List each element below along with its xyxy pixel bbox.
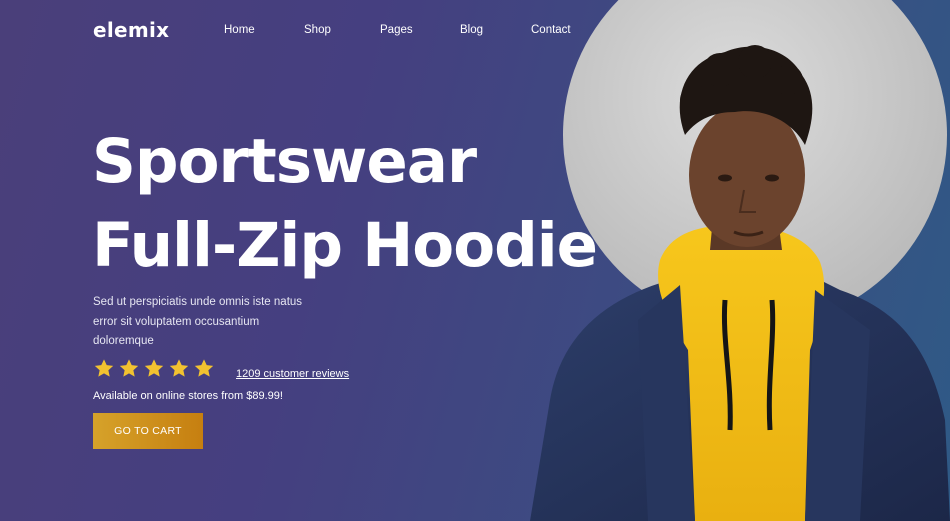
nav-pages[interactable]: Pages: [380, 24, 413, 36]
star-icon: [193, 358, 215, 379]
hero-section: elemix Home Shop Pages Blog Contact 0 Sp…: [0, 0, 950, 521]
nav-home[interactable]: Home: [224, 24, 255, 36]
nav-shop[interactable]: Shop: [304, 24, 331, 36]
star-icon: [143, 358, 165, 379]
star-icon: [118, 358, 140, 379]
star-icon: [93, 358, 115, 379]
logo[interactable]: elemix: [93, 18, 169, 42]
nav-blog[interactable]: Blog: [460, 24, 483, 36]
star-icon: [168, 358, 190, 379]
hero-title-line1: Sportswear: [92, 126, 477, 197]
reviews-link[interactable]: 1209 customer reviews: [236, 368, 349, 380]
go-to-cart-button[interactable]: GO TO CART: [93, 413, 203, 449]
availability-text: Available on online stores from $89.99!: [93, 390, 283, 402]
rating-stars: [93, 358, 215, 379]
hero-product-image: [520, 0, 950, 521]
hero-description: Sed ut perspiciatis unde omnis iste natu…: [93, 296, 303, 347]
